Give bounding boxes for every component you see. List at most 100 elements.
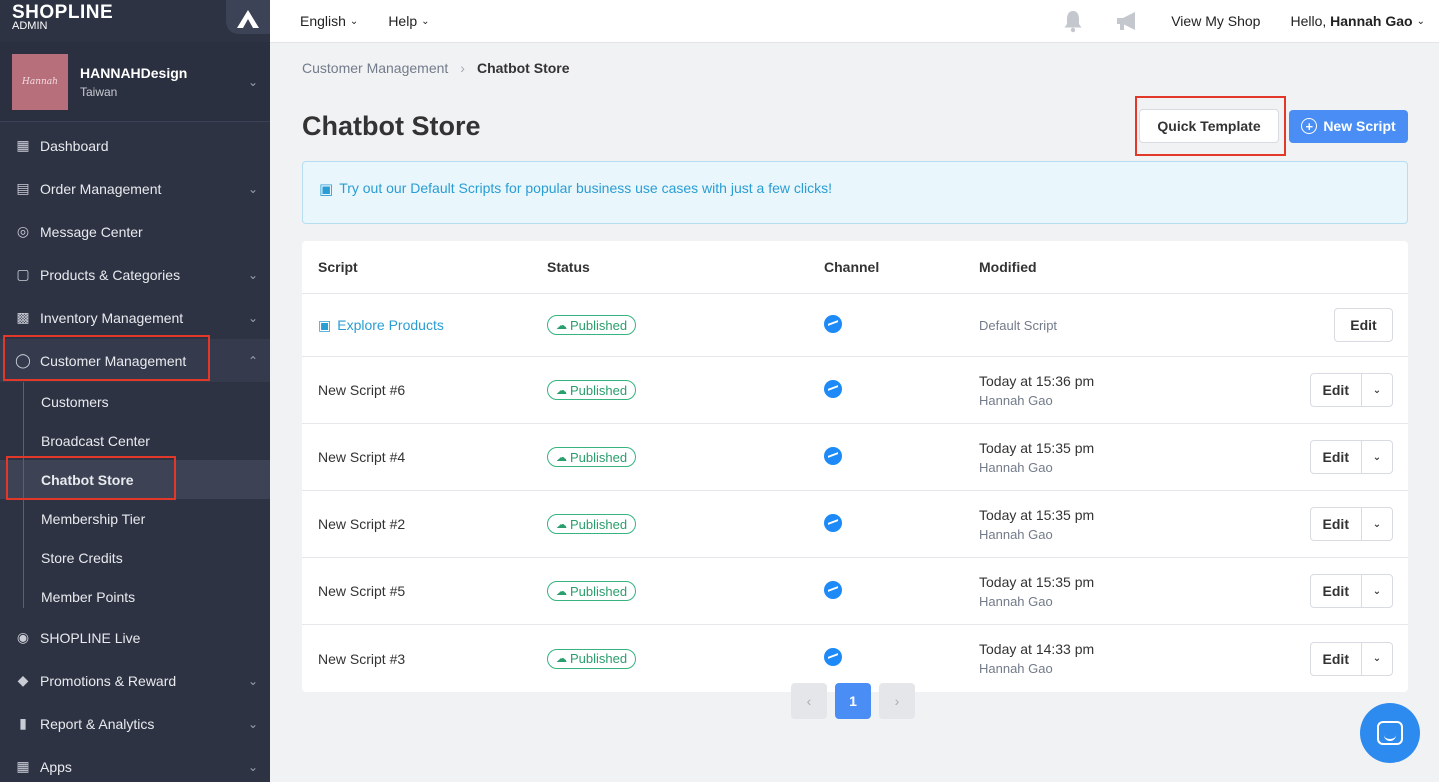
status-badge: ☁ Published — [547, 648, 637, 669]
edit-button[interactable]: Edit — [1311, 449, 1361, 465]
edit-button[interactable]: Edit — [1311, 516, 1361, 532]
chevron-down-icon: ⌄ — [247, 716, 258, 731]
brand-logo[interactable]: SHOPLINE ADMIN — [0, 0, 270, 42]
sidebar-item-shopline-live[interactable]: ◉ SHOPLINE Live — [0, 616, 270, 659]
cloud-check-icon: ☁ — [556, 653, 567, 665]
sidebar-item-apps[interactable]: ▦ Apps ⌄ — [0, 745, 270, 782]
chart-icon: ▮ — [19, 715, 27, 731]
order-icon: ▤ — [16, 180, 30, 196]
messenger-icon — [824, 314, 842, 333]
chevron-down-icon[interactable]: ⌄ — [1361, 642, 1392, 675]
column-channel: Channel — [824, 259, 880, 275]
sidebar-item-order-management[interactable]: ▤ Order Management ⌄ — [0, 167, 270, 210]
sidebar-item-report-analytics[interactable]: ▮ Report & Analytics ⌄ — [0, 702, 270, 745]
help-menu[interactable]: Help ⌄ — [388, 13, 429, 29]
script-name: New Script #2 — [318, 516, 406, 532]
view-my-shop-link[interactable]: View My Shop — [1171, 13, 1260, 29]
cloud-check-icon: ☁ — [556, 319, 567, 332]
table-row: New Script #5 ☁ Published Today at 15:35 … — [302, 558, 1408, 625]
breadcrumb-current: Chatbot Store — [476, 60, 570, 76]
chevron-down-icon: ⌄ — [247, 759, 258, 774]
column-modified: Modified — [979, 259, 1037, 275]
shop-switcher[interactable]: Hannah HANNAHDesign Taiwan ⌄ — [0, 42, 270, 122]
status-badge: ☁ Published — [547, 380, 637, 400]
status-badge: ☁ Published — [547, 447, 637, 467]
messenger-icon — [824, 580, 842, 599]
edit-button[interactable]: Edit — [1311, 651, 1361, 667]
chevron-down-icon[interactable]: ⌄ — [1361, 575, 1392, 607]
edit-button-group[interactable]: Edit ⌄ — [1309, 373, 1393, 407]
shop-name: HANNAHDesign — [80, 64, 188, 81]
sidebar-subitem-store-credits[interactable]: Store Credits — [0, 538, 270, 577]
table-row: New Script #2 ☁ Published Today at 15:35 … — [302, 491, 1408, 558]
chevron-down-icon: ⌄ — [247, 267, 258, 282]
new-script-button[interactable]: + New Script — [1289, 109, 1408, 143]
edit-button[interactable]: Edit — [1334, 308, 1393, 342]
table-row: New Script #6 ☁ Published Today at 15:36 … — [302, 357, 1408, 424]
robot-icon: ▣ — [318, 316, 332, 333]
prev-page-button[interactable]: ‹ — [791, 683, 827, 719]
language-selector[interactable]: English ⌄ — [300, 13, 358, 29]
page-number-button[interactable]: 1 — [835, 683, 871, 719]
highlight-quick-template — [1135, 96, 1286, 156]
sidebar-item-dashboard[interactable]: ▦ Dashboard — [0, 124, 270, 167]
user-menu[interactable]: Hello, Hannah Gao ⌄ — [1290, 13, 1425, 29]
chevron-down-icon: ⌄ — [421, 15, 430, 27]
banner-link[interactable]: Try out our Default Scripts for popular … — [339, 180, 832, 196]
messenger-icon — [824, 379, 842, 398]
status-badge: ☁ Published — [547, 514, 637, 534]
edit-button[interactable]: Edit — [1311, 583, 1361, 599]
tag-icon: ◆ — [17, 672, 29, 688]
sidebar-item-inventory[interactable]: ▩ Inventory Management ⌄ — [0, 296, 270, 339]
sidebar-subitem-member-points[interactable]: Member Points — [0, 577, 270, 616]
messenger-icon — [824, 513, 842, 532]
edit-button[interactable]: Edit — [1311, 382, 1361, 398]
column-status: Status — [547, 259, 590, 275]
sidebar-subitem-membership-tier[interactable]: Membership Tier — [0, 499, 270, 538]
brand-mark-icon — [226, 0, 270, 34]
sidebar-subitem-customers[interactable]: Customers — [0, 382, 270, 421]
sidebar-subitem-broadcast-center[interactable]: Broadcast Center — [0, 421, 270, 460]
table-row: New Script #3 ☁ Published Today at 14:33 … — [302, 625, 1408, 692]
sidebar-item-promotions[interactable]: ◆ Promotions & Reward ⌄ — [0, 659, 270, 702]
cloud-check-icon: ☁ — [556, 518, 567, 531]
edit-button-group[interactable]: Edit ⌄ — [1309, 507, 1393, 541]
page-title: Chatbot Store — [302, 110, 481, 141]
edit-button-group[interactable]: Edit ⌄ — [1309, 574, 1393, 608]
chevron-up-icon: ⌃ — [247, 353, 258, 368]
bag-icon: ▢ — [16, 266, 30, 282]
scripts-table: Script Status Channel Modified ▣ Explore… — [302, 241, 1408, 692]
chevron-down-icon[interactable]: ⌄ — [1361, 441, 1392, 473]
script-name: New Script #5 — [318, 583, 406, 599]
edit-button-group[interactable]: Edit ⌄ — [1309, 440, 1393, 474]
shop-logo: Hannah — [12, 53, 68, 110]
highlight-chatbot-store — [6, 456, 176, 500]
chat-launcher-button[interactable] — [1360, 703, 1420, 763]
robot-icon: ▣ — [319, 181, 334, 198]
cloud-check-icon: ☁ — [556, 384, 567, 397]
table-row: ▣ Explore Products ☁ Published Default Sc… — [302, 294, 1408, 357]
edit-button-group[interactable]: Edit ⌄ — [1309, 641, 1393, 676]
cloud-check-icon: ☁ — [556, 585, 567, 598]
default-scripts-banner: ▣ Try out our Default Scripts for popula… — [302, 161, 1408, 224]
script-link[interactable]: ▣ Explore Products — [318, 317, 547, 334]
highlight-customer-management — [3, 335, 210, 381]
megaphone-icon[interactable] — [1115, 9, 1141, 33]
script-name: New Script #6 — [318, 382, 406, 398]
sidebar-item-message-center[interactable]: ◎ Message Center — [0, 210, 270, 253]
next-page-button[interactable]: › — [879, 683, 915, 719]
status-badge: ☁ Published — [547, 581, 637, 601]
chevron-down-icon[interactable]: ⌄ — [1361, 508, 1392, 540]
status-badge: ☁ Published — [547, 315, 637, 335]
bell-icon[interactable] — [1061, 9, 1085, 33]
breadcrumb-parent[interactable]: Customer Management — [302, 60, 448, 76]
chevron-down-icon[interactable]: ⌄ — [1361, 374, 1392, 406]
chevron-down-icon: ⌄ — [247, 310, 258, 325]
cloud-check-icon: ☁ — [556, 451, 567, 464]
sidebar-item-products[interactable]: ▢ Products & Categories ⌄ — [0, 253, 270, 296]
sidebar: SHOPLINE ADMIN Hannah HANNAHDesign Taiwa… — [0, 0, 270, 782]
brand-sub: ADMIN — [12, 20, 48, 32]
shop-region: Taiwan — [80, 84, 118, 99]
chevron-down-icon: ⌄ — [1416, 15, 1425, 27]
pagination: ‹ 1 › — [791, 683, 923, 719]
